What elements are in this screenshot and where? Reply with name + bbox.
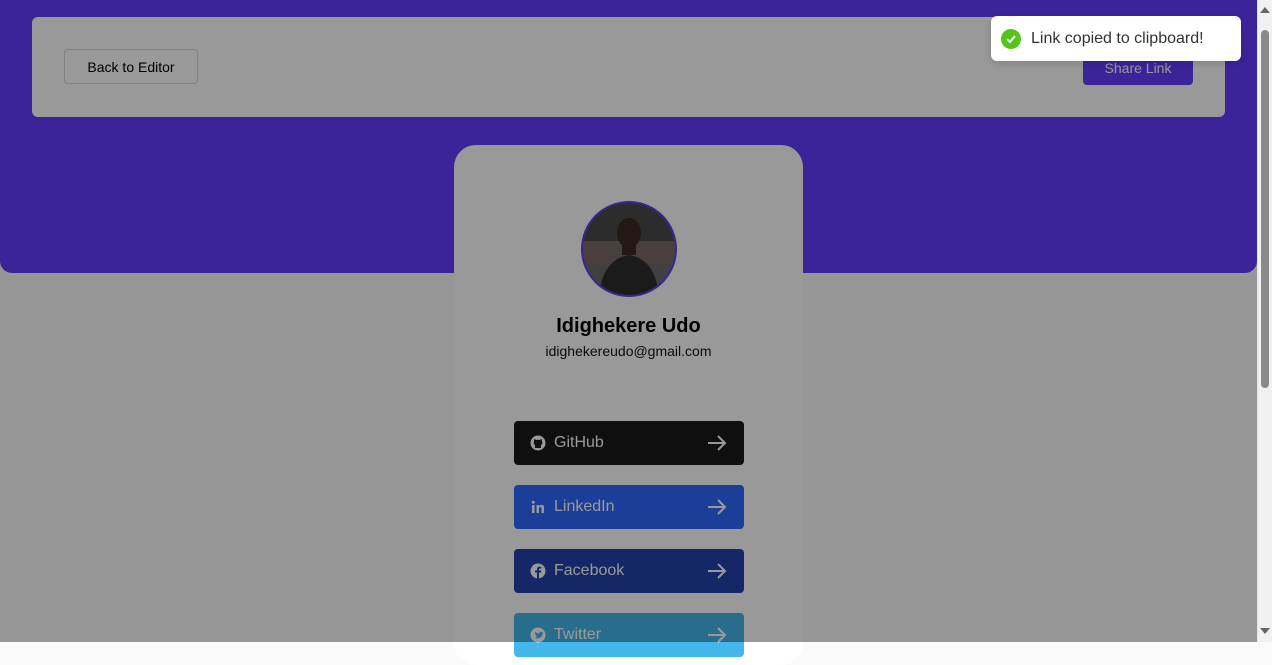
scrollbar[interactable] — [1257, 0, 1272, 642]
toast-notification: Link copied to clipboard! — [991, 16, 1241, 61]
scroll-down-icon[interactable] — [1260, 628, 1270, 634]
toast-message: Link copied to clipboard! — [1031, 29, 1204, 47]
check-circle-icon — [1001, 28, 1021, 49]
modal-overlay[interactable] — [0, 0, 1257, 642]
scroll-up-icon[interactable] — [1260, 7, 1270, 13]
scroll-thumb[interactable] — [1261, 30, 1269, 388]
